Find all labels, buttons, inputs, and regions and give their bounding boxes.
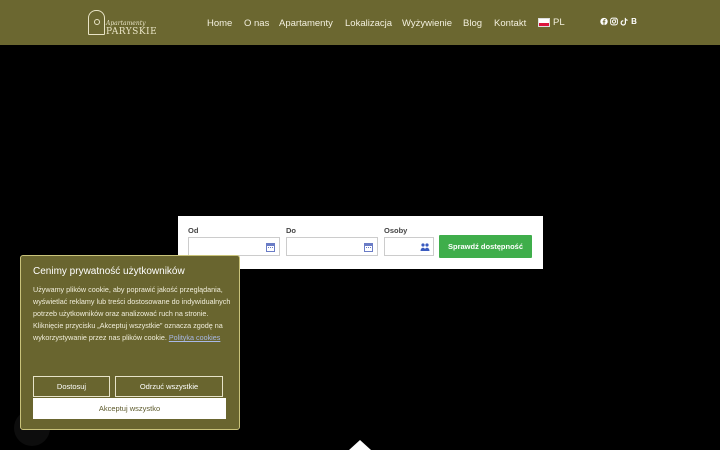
poland-flag-icon [538, 18, 550, 27]
cookie-consent-dialog: Cenimy prywatność użytkowników Używamy p… [20, 255, 240, 430]
scroll-up-arrow-icon[interactable] [349, 440, 371, 450]
people-icon [420, 243, 430, 251]
from-date-input[interactable] [188, 237, 280, 256]
cookie-policy-link[interactable]: Polityka cookies [169, 333, 221, 342]
nav-wyzywienie[interactable]: Wyżywienie [402, 18, 452, 29]
language-label: PL [553, 17, 565, 28]
logo[interactable]: Apartamenty PARYSKIE [88, 8, 158, 38]
nav-o-nas[interactable]: O nas [244, 18, 269, 29]
nav-blog[interactable]: Blog [463, 18, 482, 29]
logo-brand: PARYSKIE [106, 27, 158, 37]
language-switcher[interactable]: PL [538, 17, 565, 28]
nav-apartamenty[interactable]: Apartamenty [279, 18, 333, 29]
booking-icon[interactable]: B [630, 17, 638, 26]
check-availability-button[interactable]: Sprawdź dostępność [439, 235, 532, 258]
tiktok-icon[interactable] [620, 17, 628, 26]
instagram-icon[interactable] [610, 17, 618, 26]
logo-script: Apartamenty [106, 20, 146, 27]
calendar-icon [266, 243, 275, 252]
guests-label: Osoby [384, 226, 408, 235]
customize-button[interactable]: Dostosuj [33, 376, 110, 397]
nav-kontakt[interactable]: Kontakt [494, 18, 526, 29]
cookie-title: Cenimy prywatność użytkowników [33, 266, 185, 277]
accept-all-button[interactable]: Akceptuj wszystko [33, 398, 226, 419]
nav-home[interactable]: Home [207, 18, 232, 29]
calendar-icon [364, 243, 373, 252]
logo-arch-icon [88, 10, 105, 35]
nav-lokalizacja[interactable]: Lokalizacja [345, 18, 392, 29]
reject-all-button[interactable]: Odrzuć wszystkie [115, 376, 223, 397]
social-links: B [600, 17, 638, 26]
site-header: Apartamenty PARYSKIE Home O nas Apartame… [0, 0, 720, 45]
cookie-description: Używamy plików cookie, aby poprawić jako… [33, 285, 231, 342]
facebook-icon[interactable] [600, 17, 608, 26]
to-label: Do [286, 226, 296, 235]
from-label: Od [188, 226, 199, 235]
to-date-input[interactable] [286, 237, 378, 256]
guests-input[interactable] [384, 237, 434, 256]
